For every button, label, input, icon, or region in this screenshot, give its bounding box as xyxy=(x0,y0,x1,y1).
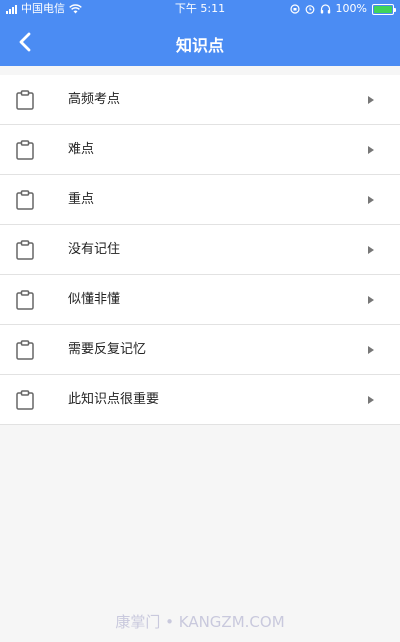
list-item[interactable]: 没有记住 xyxy=(0,225,400,275)
clipboard-icon xyxy=(16,90,34,110)
clipboard-icon xyxy=(16,290,34,310)
list-item[interactable]: 高频考点 xyxy=(0,75,400,125)
clipboard-icon xyxy=(16,390,34,410)
list-item-label: 没有记住 xyxy=(68,242,121,257)
clipboard-icon xyxy=(16,340,34,360)
list-item[interactable]: 需要反复记忆 xyxy=(0,325,400,375)
list-item[interactable]: 难点 xyxy=(0,125,400,175)
caret-right-icon xyxy=(368,296,374,304)
battery-percent: 100% xyxy=(335,2,367,15)
list-item-label: 似懂非懂 xyxy=(68,292,121,307)
battery-icon xyxy=(372,3,396,15)
list-item-label: 难点 xyxy=(68,142,95,157)
clipboard-icon xyxy=(16,140,34,160)
clipboard-icon xyxy=(16,190,34,210)
nav-bar: 知识点 xyxy=(0,18,400,66)
list-item[interactable]: 似懂非懂 xyxy=(0,275,400,325)
watermark: 康掌门 • KANGZM.COM xyxy=(115,613,285,631)
app-header: 中国电信 下午 5:11 100% 知识点 xyxy=(0,0,400,66)
list-item[interactable]: 重点 xyxy=(0,175,400,225)
caret-right-icon xyxy=(368,396,374,404)
knowledge-list: 高频考点 难点 重点 没有记住 似懂非懂 需要反复记忆 此知识点很重要 xyxy=(0,75,400,425)
caret-right-icon xyxy=(368,246,374,254)
list-item-label: 重点 xyxy=(68,192,95,207)
status-bar: 中国电信 下午 5:11 100% xyxy=(0,0,400,18)
clipboard-icon xyxy=(16,240,34,260)
headphones-icon xyxy=(320,4,330,14)
alarm-icon xyxy=(305,5,314,14)
caret-right-icon xyxy=(368,146,374,154)
caret-right-icon xyxy=(368,196,374,204)
list-item[interactable]: 此知识点很重要 xyxy=(0,375,400,425)
page-title: 知识点 xyxy=(175,36,224,55)
list-item-label: 高频考点 xyxy=(68,92,121,107)
rotation-lock-icon xyxy=(289,4,300,14)
list-item-label: 此知识点很重要 xyxy=(68,392,160,407)
list-item-label: 需要反复记忆 xyxy=(68,342,147,357)
caret-right-icon xyxy=(368,96,374,104)
caret-right-icon xyxy=(368,346,374,354)
